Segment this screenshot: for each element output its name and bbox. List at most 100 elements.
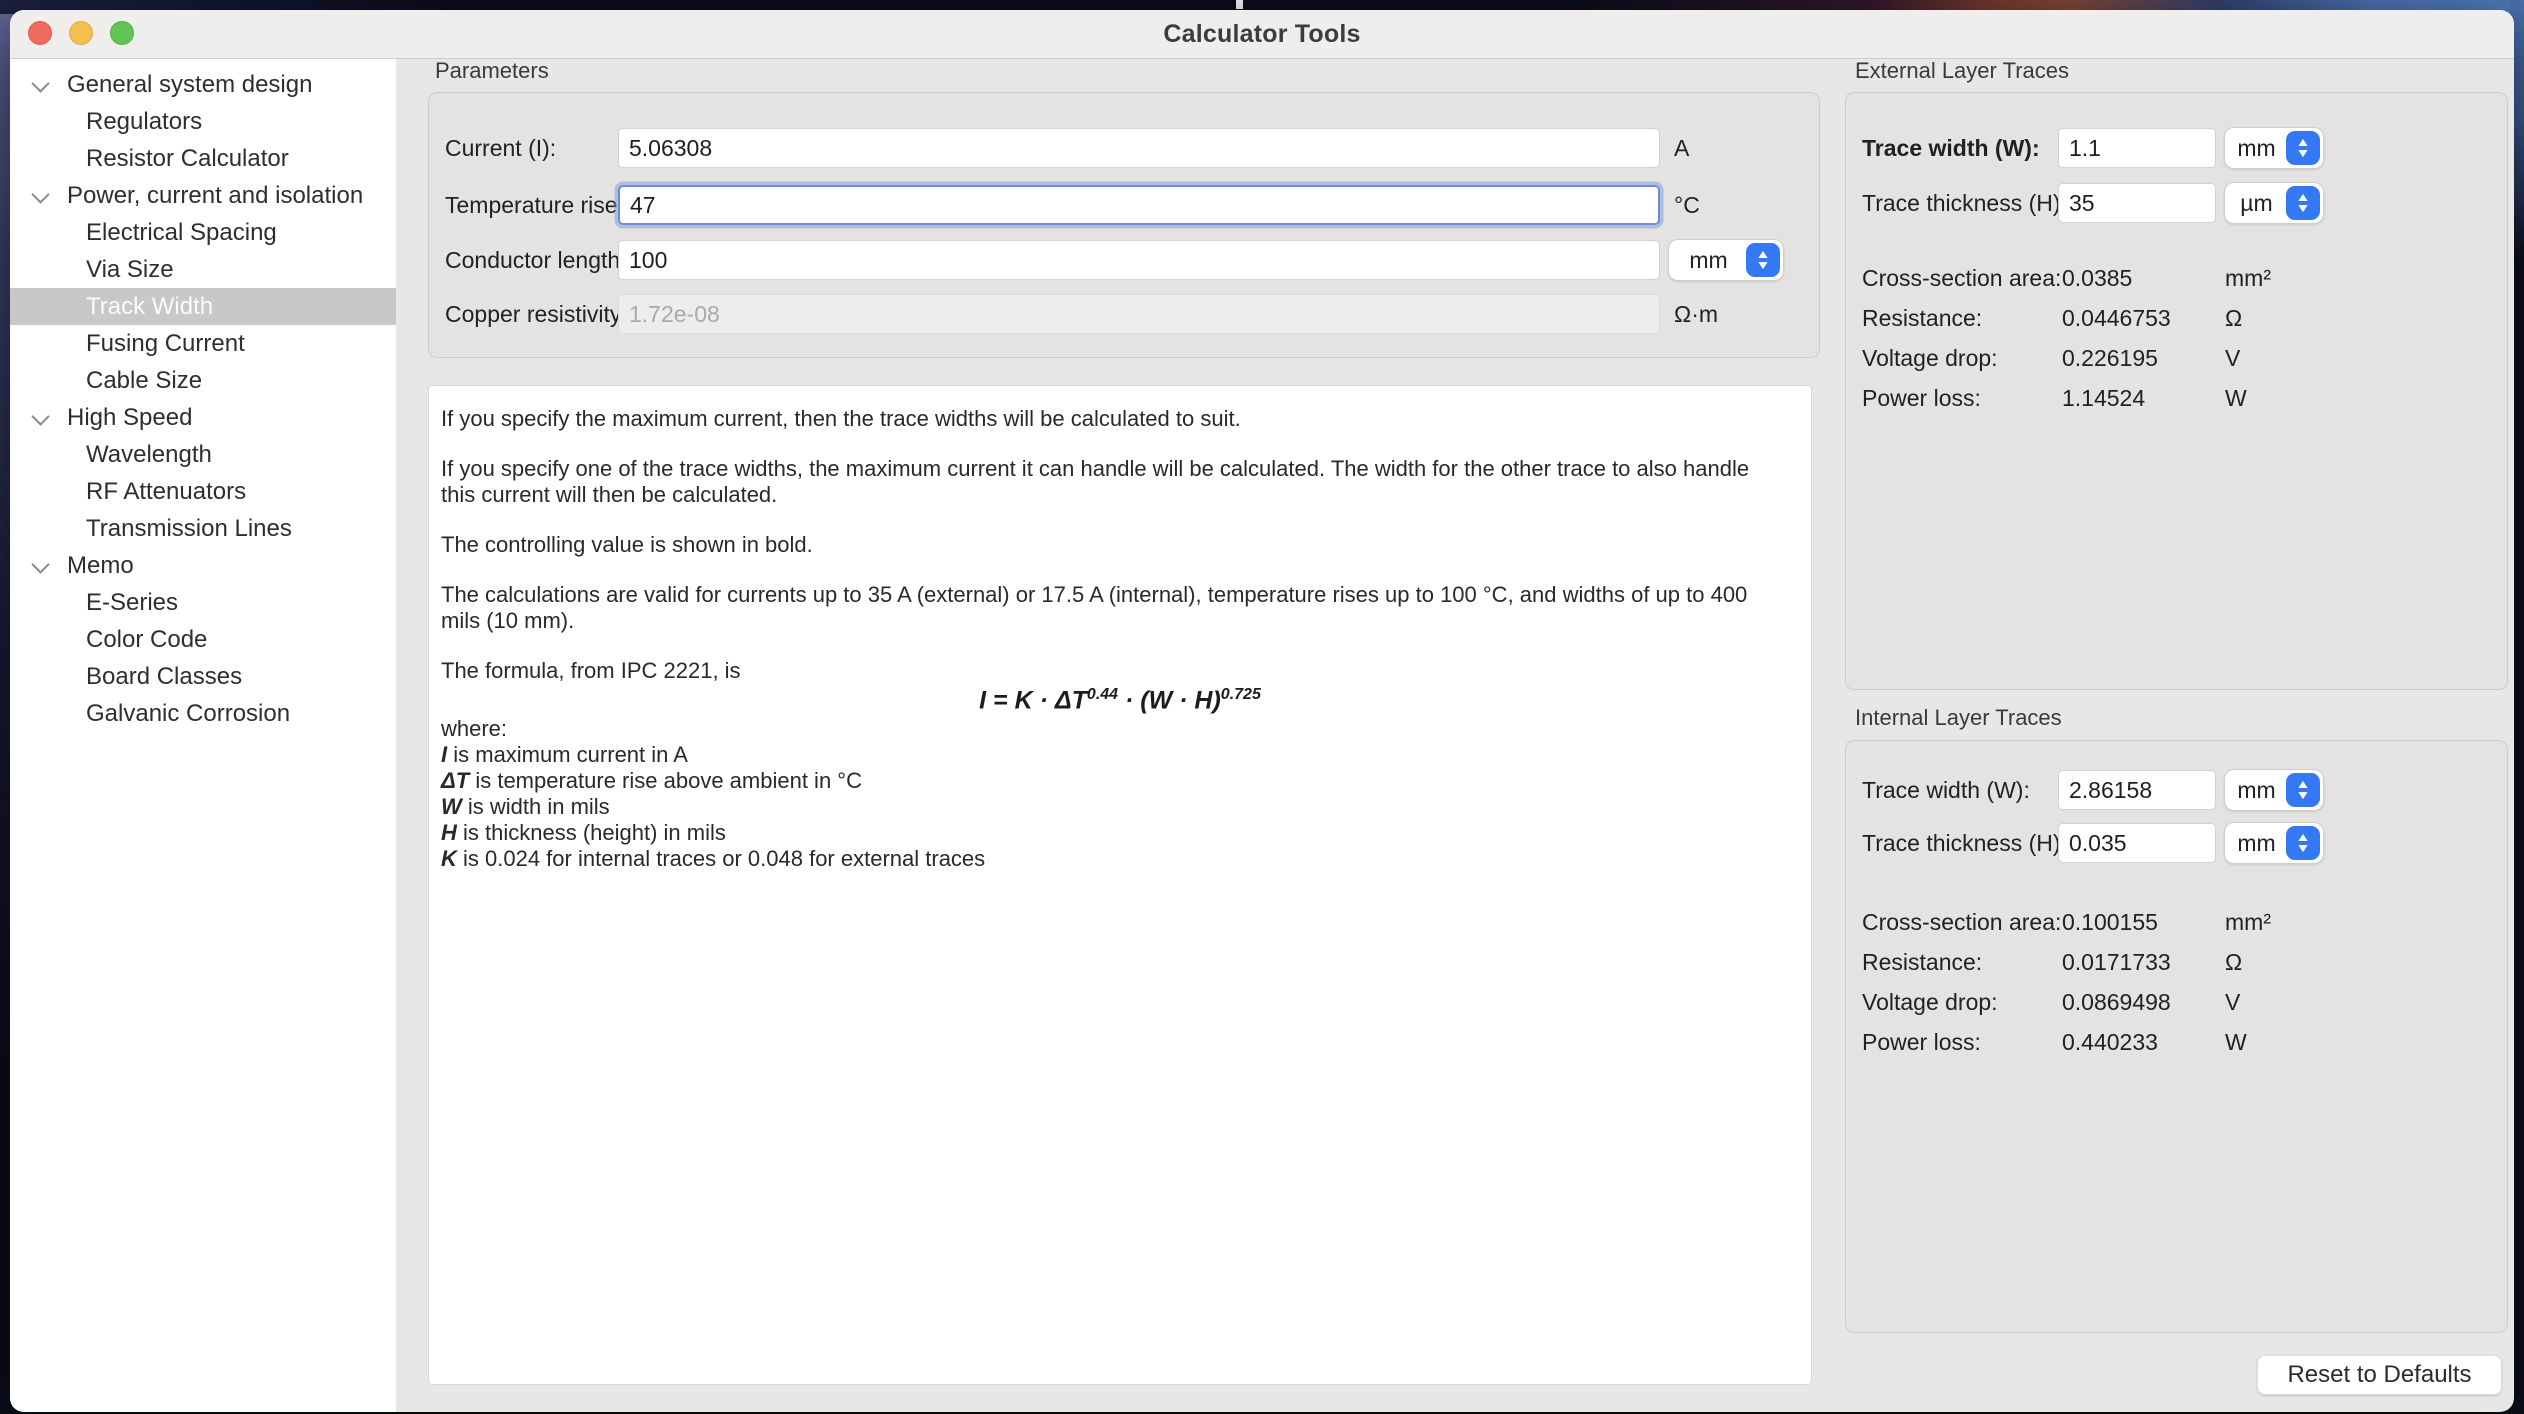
result-value: 0.0171733	[2062, 949, 2225, 976]
stepper-icon[interactable]: ▲▼	[2286, 773, 2320, 807]
tree-item[interactable]: Power, current and isolation	[10, 177, 396, 214]
external-results: Cross-section area: 0.0385 mm² Resistanc…	[1862, 258, 2482, 418]
result-value: 0.226195	[2062, 345, 2225, 372]
tree-item[interactable]: Regulators	[10, 103, 396, 140]
title-bar: Calculator Tools	[10, 10, 2514, 59]
internal-trace-width-input[interactable]: 2.86158	[2058, 770, 2216, 810]
calculator-tree-sidebar: General system design Regulators Resisto…	[10, 59, 397, 1412]
tree-item[interactable]: Electrical Spacing	[10, 214, 396, 251]
internal-trace-thickness-unit-select[interactable]: mm ▲▼	[2224, 822, 2324, 864]
tree-item[interactable]: Color Code	[10, 621, 396, 658]
stepper-icon[interactable]: ▲▼	[1746, 243, 1780, 277]
parameters-section-label: Parameters	[435, 58, 549, 84]
result-row: Cross-section area: 0.100155 mm²	[1862, 902, 2482, 942]
tree-item-label: Memo	[67, 552, 134, 580]
result-unit: W	[2225, 1029, 2247, 1056]
result-row: Voltage drop: 0.0869498 V	[1862, 982, 2482, 1022]
tree-item[interactable]: Galvanic Corrosion	[10, 695, 396, 732]
zoom-button[interactable]	[110, 21, 134, 45]
external-trace-thickness-value: 35	[2069, 190, 2095, 217]
internal-results: Cross-section area: 0.100155 mm² Resista…	[1862, 902, 2482, 1062]
tree-item-label: Track Width	[86, 293, 213, 321]
internal-trace-thickness-input[interactable]: 0.035	[2058, 823, 2216, 863]
result-value: 0.0446753	[2062, 305, 2225, 332]
tree-item[interactable]: Cable Size	[10, 362, 396, 399]
external-trace-width-unit-select[interactable]: mm ▲▼	[2224, 127, 2324, 169]
result-value: 0.0869498	[2062, 989, 2225, 1016]
result-unit: V	[2225, 989, 2240, 1016]
result-value: 0.440233	[2062, 1029, 2225, 1056]
tree-item-label: Fusing Current	[86, 330, 245, 358]
reset-to-defaults-button[interactable]: Reset to Defaults	[2257, 1355, 2502, 1395]
conductor-length-input[interactable]: 100	[618, 240, 1660, 280]
current-input[interactable]: 5.06308	[618, 128, 1660, 168]
external-trace-thickness-unit-select[interactable]: µm ▲▼	[2224, 182, 2324, 224]
tree-item[interactable]: High Speed	[10, 399, 396, 436]
result-unit: Ω	[2225, 949, 2242, 976]
result-value: 0.100155	[2062, 909, 2225, 936]
stepper-icon[interactable]: ▲▼	[2286, 131, 2320, 165]
result-row: Resistance: 0.0171733 Ω	[1862, 942, 2482, 982]
tree-item[interactable]: E-Series	[10, 584, 396, 621]
tree-item[interactable]: Fusing Current	[10, 325, 396, 362]
help-paragraph: The calculations are valid for currents …	[441, 582, 1789, 634]
tree-item[interactable]: Via Size	[10, 251, 396, 288]
tree-item[interactable]: General system design	[10, 66, 396, 103]
result-label: Cross-section area:	[1862, 909, 2062, 936]
traffic-lights	[28, 21, 134, 45]
tree-item[interactable]: Memo	[10, 547, 396, 584]
formula-variable-definition: W is width in mils	[441, 794, 1799, 820]
chevron-down-icon[interactable]	[31, 407, 49, 425]
internal-trace-width-unit-select[interactable]: mm ▲▼	[2224, 769, 2324, 811]
external-trace-width-label: Trace width (W):	[1862, 128, 2040, 168]
result-unit: Ω	[2225, 305, 2242, 332]
internal-trace-width-unit: mm	[2225, 777, 2286, 804]
copper-resistivity-label: Copper resistivity:	[445, 294, 628, 334]
chevron-down-icon[interactable]	[31, 185, 49, 203]
conductor-length-unit-select[interactable]: mm ▲▼	[1668, 239, 1784, 281]
chevron-down-icon[interactable]	[31, 74, 49, 92]
tree-item[interactable]: Track Width	[10, 288, 396, 325]
stepper-icon[interactable]: ▲▼	[2286, 826, 2320, 860]
tree-item[interactable]: Transmission Lines	[10, 510, 396, 547]
tree-item[interactable]: RF Attenuators	[10, 473, 396, 510]
temperature-rise-input[interactable]: 47	[618, 185, 1660, 225]
tree-item-label: High Speed	[67, 404, 192, 432]
tree-item-label: Galvanic Corrosion	[86, 700, 290, 728]
internal-trace-thickness-value: 0.035	[2069, 830, 2127, 857]
close-button[interactable]	[28, 21, 52, 45]
current-unit: A	[1674, 128, 1689, 168]
external-traces-section-label: External Layer Traces	[1855, 58, 2069, 84]
temperature-rise-unit: °C	[1674, 185, 1700, 225]
result-value: 0.0385	[2062, 265, 2225, 292]
formula-variable-definition: ΔT is temperature rise above ambient in …	[441, 768, 1799, 794]
tree-item-label: RF Attenuators	[86, 478, 246, 506]
internal-trace-thickness-unit: mm	[2225, 830, 2286, 857]
tree-item[interactable]: Wavelength	[10, 436, 396, 473]
result-label: Resistance:	[1862, 305, 2062, 332]
minimize-button[interactable]	[69, 21, 93, 45]
external-trace-width-input[interactable]: 1.1	[2058, 128, 2216, 168]
tree-item-label: Board Classes	[86, 663, 242, 691]
conductor-length-value: 100	[629, 247, 667, 274]
help-text-panel: If you specify the maximum current, then…	[428, 385, 1812, 1385]
tree-item-label: Electrical Spacing	[86, 219, 277, 247]
current-label: Current (I):	[445, 128, 556, 168]
tree-item[interactable]: Board Classes	[10, 658, 396, 695]
tree-item-label: E-Series	[86, 589, 178, 617]
internal-trace-thickness-label: Trace thickness (H):	[1862, 823, 2067, 863]
tree-item-label: Color Code	[86, 626, 207, 654]
current-value: 5.06308	[629, 135, 712, 162]
tree-item[interactable]: Resistor Calculator	[10, 140, 396, 177]
stepper-icon[interactable]: ▲▼	[2286, 186, 2320, 220]
result-unit: W	[2225, 385, 2247, 412]
where-label: where:	[441, 716, 1799, 742]
result-unit: mm²	[2225, 265, 2271, 292]
result-label: Voltage drop:	[1862, 345, 2062, 372]
result-unit: mm²	[2225, 909, 2271, 936]
chevron-down-icon[interactable]	[31, 555, 49, 573]
formula-intro: The formula, from IPC 2221, is	[441, 658, 1789, 684]
window-title: Calculator Tools	[1163, 20, 1360, 49]
tree-item-label: Cable Size	[86, 367, 202, 395]
external-trace-thickness-input[interactable]: 35	[2058, 183, 2216, 223]
